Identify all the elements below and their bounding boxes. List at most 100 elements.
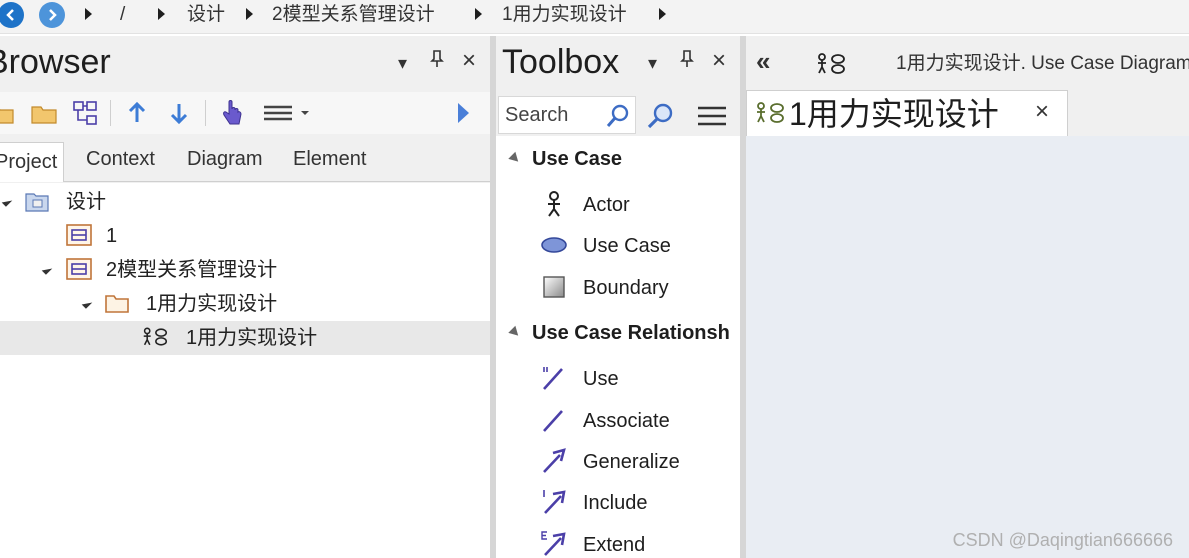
- tab-element[interactable]: Element: [293, 144, 366, 174]
- arrow-right-icon: [49, 9, 57, 21]
- associate-relationship-icon: [543, 410, 563, 432]
- use-relationship-icon: [543, 367, 563, 390]
- tool-include[interactable]: Include: [496, 482, 740, 522]
- pin-icon: [680, 50, 694, 67]
- use-case-diagram-icon: [818, 53, 845, 74]
- tree-item-label: 设计: [66, 191, 106, 213]
- new-package-button[interactable]: [0, 98, 16, 128]
- project-tree: 设计 1 2模型关系管理设计 1用力实现设计 1用力实现设计: [0, 183, 490, 558]
- model-package-icon: [66, 258, 92, 280]
- tool-label: Generalize: [583, 451, 680, 473]
- tool-use[interactable]: Use: [496, 358, 740, 398]
- package-root-icon: [25, 193, 49, 212]
- breadcrumb: / 设计 2模型关系管理设计 1用力实现设计: [0, 0, 1189, 34]
- toolbar-divider: [205, 100, 206, 126]
- menu-button[interactable]: [260, 98, 312, 128]
- toolbox-group-label: Use Case Relationsh: [532, 322, 730, 344]
- model-package-icon: [66, 224, 92, 246]
- tab-diagram[interactable]: Diagram: [187, 144, 263, 174]
- collapse-arrow-icon[interactable]: [41, 264, 53, 275]
- toolbox-dropdown-icon[interactable]: ▾: [648, 52, 657, 74]
- arrow-left-icon: [6, 9, 14, 21]
- tab-context[interactable]: Context: [86, 144, 155, 174]
- diagram-header-title: 1用力实现设计. Use Case Diagram: [896, 53, 1189, 74]
- diagram-canvas[interactable]: CSDN @Daqingtian666666: [746, 136, 1189, 558]
- browser-dropdown-icon[interactable]: ▾: [398, 52, 407, 74]
- include-relationship-icon: [543, 490, 566, 514]
- tool-label: Boundary: [583, 277, 669, 299]
- browser-pin-icon[interactable]: [430, 50, 444, 73]
- toolbox-group-header[interactable]: Use Case: [496, 138, 740, 178]
- collapse-arrow-icon[interactable]: [1, 196, 13, 207]
- tree-item-label: 1用力实现设计: [186, 327, 318, 349]
- browser-tabs: Project Context Diagram Element: [0, 136, 490, 182]
- tool-extend[interactable]: Extend: [496, 524, 740, 558]
- collapse-arrow-icon: [508, 325, 522, 340]
- new-folder-icon: [0, 108, 14, 124]
- use-case-ellipse-icon: [541, 237, 567, 253]
- extend-relationship-icon: [541, 531, 566, 556]
- pin-icon: [430, 50, 444, 67]
- toolbar-divider: [110, 100, 111, 126]
- diagram-tab-title: 1用力实现设计: [789, 96, 999, 132]
- tab-diagram-document[interactable]: 1用力实现设计 ×: [746, 90, 1068, 136]
- breadcrumb-root[interactable]: /: [120, 4, 125, 26]
- breadcrumb-item[interactable]: 2模型关系管理设计: [272, 4, 435, 26]
- tree-item[interactable]: 1用力实现设计: [0, 287, 490, 321]
- arrow-up-icon: [128, 101, 146, 122]
- forward-button[interactable]: [39, 2, 65, 28]
- move-down-button[interactable]: [164, 98, 194, 128]
- diagram-header: « 1用力实现设计. Use Case Diagram: [746, 36, 1189, 90]
- hamburger-menu-icon[interactable]: [696, 104, 728, 128]
- use-case-diagram-icon: [757, 102, 784, 123]
- tool-generalize[interactable]: Generalize: [496, 441, 740, 481]
- open-folder-button[interactable]: [29, 98, 59, 128]
- tree-item[interactable]: 1: [0, 219, 490, 253]
- play-right-icon: [458, 103, 469, 123]
- toolbox-search-bar: [496, 92, 740, 136]
- tool-associate[interactable]: Associate: [496, 400, 740, 440]
- actor-icon: [548, 191, 560, 217]
- tab-project[interactable]: Project: [0, 142, 65, 182]
- breadcrumb-item[interactable]: 设计: [187, 4, 225, 26]
- breadcrumb-item[interactable]: 1用力实现设计: [502, 4, 627, 26]
- breadcrumb-separator-icon: [246, 8, 253, 20]
- toolbox-list: Use Case Actor Use Case Boundary Use Cas…: [496, 136, 740, 558]
- toolbox-close-icon[interactable]: ×: [712, 49, 726, 73]
- breadcrumb-separator-icon: [158, 8, 165, 20]
- browser-panel: Browser ▾ × Project: [0, 36, 490, 558]
- collapse-arrow-icon[interactable]: [81, 298, 93, 309]
- toolbox-group-label: Use Case: [532, 148, 623, 170]
- toolbox-pin-icon[interactable]: [680, 50, 694, 73]
- tool-label: Actor: [583, 194, 630, 216]
- move-up-button[interactable]: [122, 98, 152, 128]
- tree-item[interactable]: 2模型关系管理设计: [0, 253, 490, 287]
- search-input[interactable]: [505, 103, 601, 127]
- toolbox-group-header[interactable]: Use Case Relationsh: [496, 312, 740, 352]
- tool-boundary[interactable]: Boundary: [496, 267, 740, 307]
- tree-item-selected[interactable]: 1用力实现设计: [0, 321, 490, 355]
- hierarchy-button[interactable]: [70, 98, 100, 128]
- tool-label: Extend: [583, 534, 646, 556]
- use-case-diagram-icon: [143, 327, 168, 346]
- hand-pointer-icon: [223, 100, 242, 125]
- diagram-area: « 1用力实现设计. Use Case Diagram 1用力实现设计 × CS…: [746, 36, 1189, 558]
- locate-button[interactable]: [217, 98, 247, 128]
- expand-right-button[interactable]: [448, 98, 478, 128]
- breadcrumb-separator-icon: [85, 8, 92, 20]
- collapse-double-left-icon[interactable]: «: [756, 48, 770, 74]
- boundary-icon: [543, 276, 565, 298]
- tree-item-label: 2模型关系管理设计: [106, 259, 278, 281]
- browser-close-icon[interactable]: ×: [462, 49, 476, 73]
- tree-item[interactable]: 设计: [0, 185, 490, 219]
- search-icon[interactable]: [605, 103, 631, 129]
- search-box: [498, 96, 636, 134]
- folder-icon: [105, 295, 129, 313]
- tool-use-case[interactable]: Use Case: [496, 225, 740, 265]
- collapse-arrow-icon: [508, 151, 522, 166]
- back-button[interactable]: [0, 2, 24, 28]
- tool-label: Use Case: [583, 235, 671, 257]
- close-icon[interactable]: ×: [1035, 99, 1049, 125]
- tool-actor[interactable]: Actor: [496, 184, 740, 224]
- find-toolbox-icon[interactable]: [646, 102, 674, 130]
